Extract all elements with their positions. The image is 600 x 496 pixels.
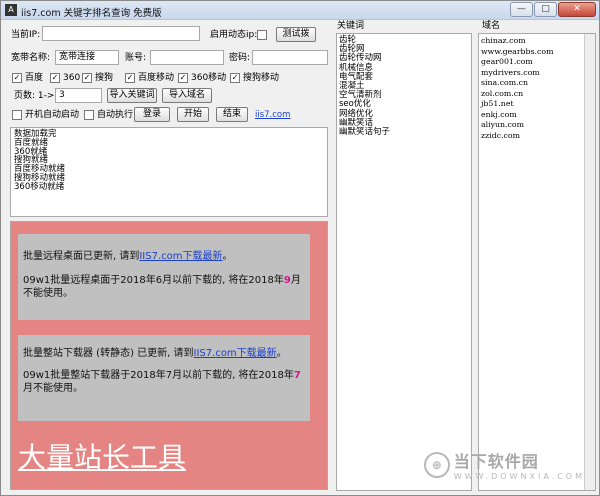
status-log: 数据加载完 百度就绪 360就绪 搜狗就绪 百度移动就绪 搜狗移动就绪 360移… [10, 127, 328, 217]
engine-sogou-label: 搜狗 [95, 73, 114, 83]
ad-card-remote-desktop: 批量远程桌面已更新, 请到IIS7.com下载最新。 09w1批量远程桌面于20… [18, 234, 310, 320]
watermark-text: 当下软件园 [453, 452, 539, 471]
login-button[interactable]: 登录 [134, 107, 170, 122]
watermark-text-block: 当下软件园 WWW.DOWNXIA.COM [454, 448, 585, 481]
domains-list[interactable]: chinaz.com www.gearbbs.com gear001.com mydr… [478, 33, 596, 491]
app-icon: A [5, 4, 17, 16]
start-button[interactable]: 开始 [177, 107, 209, 122]
autostart-label: 开机自动启动 [25, 110, 80, 120]
current-ip-label: 当前IP: [11, 30, 41, 40]
ad-card-site-downloader: 批量整站下载器 (转静态) 已更新, 请到IIS7.com下载最新。 09w1批… [18, 335, 310, 421]
autorun-label: 自动执行 [97, 110, 134, 120]
password-label: 密码: [229, 53, 251, 63]
domain-item[interactable]: zzidc.com [481, 131, 595, 142]
ad-text: 。 [222, 251, 233, 262]
domain-item[interactable]: gear001.com [481, 57, 595, 68]
domain-item[interactable]: jb51.net [481, 99, 595, 110]
window-title: iis7.com 关键字排名查询 免费版 [21, 8, 162, 19]
pages-label: 页数: 1-> [14, 91, 55, 101]
highlight-month: 7 [293, 370, 301, 381]
password-field[interactable] [252, 50, 328, 65]
ad-text: 09w1批量整站下载器于2018年7月以前下载的, 将在2018年 [23, 370, 294, 381]
account-field[interactable] [150, 50, 224, 65]
ad-card-line: 批量远程桌面已更新, 请到IIS7.com下载最新。 [23, 250, 305, 263]
engine-sogou-mobile-label: 搜狗移动 [243, 73, 280, 83]
engine-baidu-label: 百度 [25, 73, 44, 83]
autostart-checkbox[interactable] [12, 110, 22, 120]
domain-item[interactable]: enkj.com [481, 110, 595, 121]
engine-baidu-mobile-label: 百度移动 [138, 73, 175, 83]
watermark-sub: WWW.DOWNXIA.COM [453, 472, 585, 481]
engine-sogou-checkbox[interactable] [82, 73, 92, 83]
engine-360-mobile-checkbox[interactable] [178, 73, 188, 83]
watermark-logo-icon: ⊕ [423, 451, 450, 478]
domain-item[interactable]: zol.com.cn [481, 89, 595, 100]
ad-card-line: 09w1批量远程桌面于2018年6月以前下载的, 将在2018年9月不能使用。 [23, 274, 305, 300]
log-line: 360移动就绪 [14, 181, 65, 192]
current-ip-field[interactable] [42, 26, 200, 41]
log-line: 数据加载完 [14, 129, 57, 139]
download-link[interactable]: IIS7.com下载最新 [194, 348, 277, 359]
engine-360-mobile-label: 360移动 [191, 73, 227, 83]
domains-scrollbar[interactable] [584, 34, 595, 490]
pages-field[interactable]: 3 [55, 88, 102, 103]
ad-text: 批量远程桌面已更新, 请到 [23, 251, 140, 262]
import-keywords-button[interactable]: 导入关键词 [107, 88, 157, 103]
watermark: ⊕ 当下软件园 WWW.DOWNXIA.COM [423, 448, 585, 481]
app-window: A iis7.com 关键字排名查询 免费版 — □ ✕ 当前IP: 启用动态i… [0, 0, 600, 496]
domain-item[interactable]: www.gearbbs.com [481, 47, 595, 58]
ad-big-title[interactable]: 大量站长工具 [18, 436, 186, 476]
title-bar: A iis7.com 关键字排名查询 免费版 — □ ✕ [1, 1, 599, 20]
keywords-header: 关键词 [337, 21, 365, 31]
engine-sogou-mobile-checkbox[interactable] [230, 73, 240, 83]
domain-item[interactable]: chinaz.com [481, 36, 595, 47]
import-domains-button[interactable]: 导入域名 [162, 88, 212, 103]
enable-dynamic-ip-label: 启用动态ip: [210, 30, 258, 40]
engine-360-label: 360 [63, 73, 81, 83]
ad-card-line: 09w1批量整站下载器于2018年7月以前下载的, 将在2018年7 月不能使用。 [23, 369, 305, 395]
engine-360-checkbox[interactable] [50, 73, 60, 83]
keyword-item[interactable]: 幽默笑话句子 [339, 127, 471, 137]
site-link[interactable]: iis7.com [255, 110, 290, 120]
ad-card-line: 批量整站下载器 (转静态) 已更新, 请到IIS7.com下载最新。 [23, 347, 305, 360]
engine-baidu-mobile-checkbox[interactable] [125, 73, 135, 83]
minimize-button[interactable]: — [510, 2, 533, 17]
highlight-month: 9 [283, 275, 291, 286]
log-line: 360就绪 [14, 146, 48, 157]
domain-item[interactable]: mydrivers.com [481, 68, 595, 79]
domains-items: chinaz.com www.gearbbs.com gear001.com mydr… [479, 34, 595, 141]
keywords-items: 齿轮 齿轮网 齿轮传动网 机械信息 电气配套 混凝土 空气清新剂 seo优化 网络优化 幽默笑话幽… [337, 34, 471, 137]
test-dial-button[interactable]: 测试拨 [276, 27, 316, 42]
broadband-name-field[interactable]: 宽带连接 [55, 50, 119, 65]
download-link[interactable]: IIS7.com下载最新 [139, 251, 222, 262]
account-label: 账号: [125, 53, 147, 63]
maximize-button[interactable]: □ [534, 2, 557, 17]
ad-panel: 批量远程桌面已更新, 请到IIS7.com下载最新。 09w1批量远程桌面于20… [10, 221, 328, 490]
keywords-list[interactable]: 齿轮 齿轮网 齿轮传动网 机械信息 电气配套 混凝土 空气清新剂 seo优化 网络优化 幽默笑话幽… [336, 33, 472, 491]
log-line: 百度就绪 [14, 137, 49, 148]
stop-button[interactable]: 结束 [216, 107, 248, 122]
engine-baidu-checkbox[interactable] [12, 73, 22, 83]
domain-item[interactable]: sina.com.cn [481, 78, 595, 89]
domains-header: 域名 [482, 21, 501, 31]
enable-dynamic-ip-checkbox[interactable] [257, 30, 267, 40]
ad-text: 。 [276, 348, 287, 359]
ad-text: 月不能使用。 [23, 383, 83, 394]
autorun-checkbox[interactable] [84, 110, 94, 120]
ad-text: 批量整站下载器 (转静态) 已更新, 请到 [23, 348, 194, 359]
broadband-name-label: 宽带名称: [11, 53, 51, 63]
domain-item[interactable]: aliyun.com [481, 120, 595, 131]
ad-text: 09w1批量远程桌面于2018年6月以前下载的, 将在2018年 [23, 275, 284, 286]
close-button[interactable]: ✕ [558, 2, 596, 17]
